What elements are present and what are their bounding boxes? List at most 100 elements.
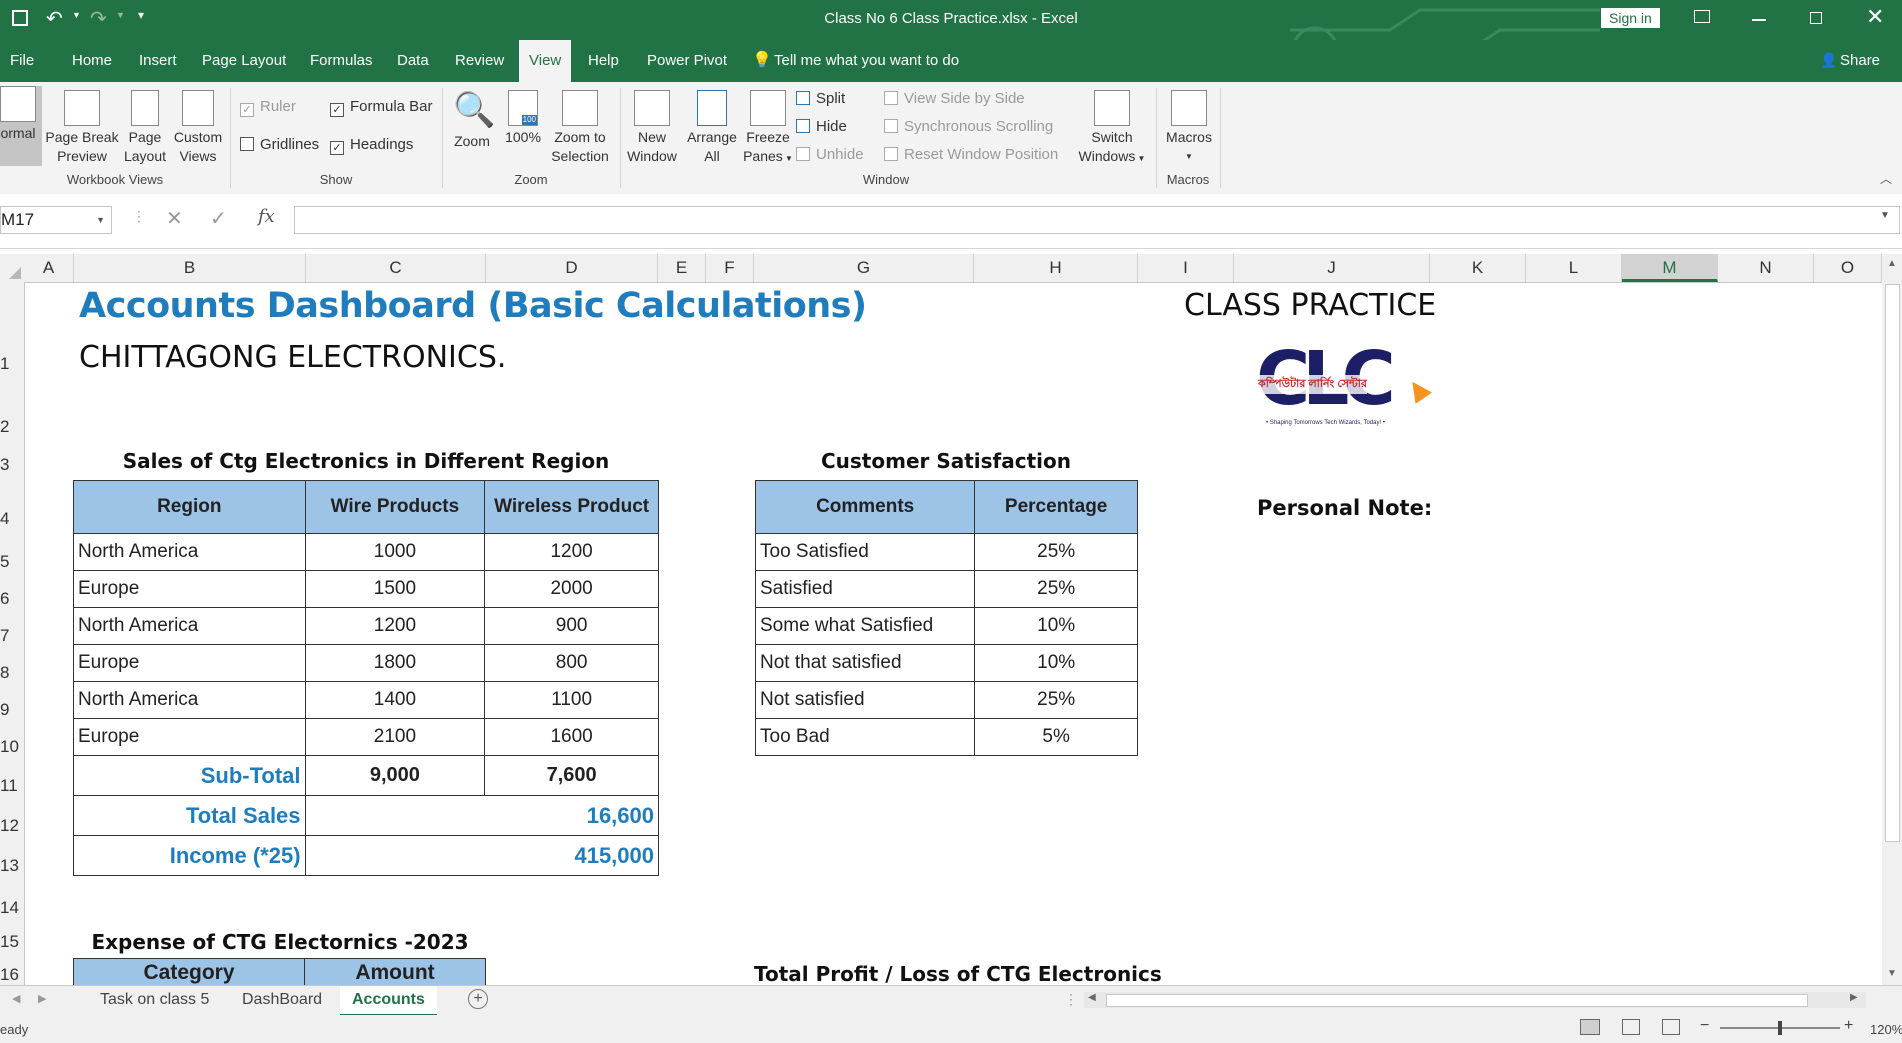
row-header-13[interactable]: 13	[0, 856, 24, 876]
table-cell[interactable]: 2000	[484, 570, 659, 608]
headings-checkbox[interactable]: ✓ Headings	[330, 136, 413, 155]
expense-header-category[interactable]: Category	[73, 958, 305, 985]
tab-insert[interactable]: Insert	[129, 40, 187, 82]
col-header-e[interactable]: E	[658, 254, 706, 282]
total-sales-value[interactable]: 16,600	[304, 795, 660, 836]
personal-note-label[interactable]: Personal Note:	[1257, 496, 1432, 520]
col-header-b[interactable]: B	[74, 254, 306, 282]
table-cell[interactable]: 10%	[974, 607, 1138, 645]
share-button[interactable]: Share	[1830, 40, 1890, 82]
zoom-button[interactable]: 🔍 Zoom	[448, 90, 496, 151]
table-cell[interactable]: 1500	[304, 570, 486, 608]
row-header-11[interactable]: 11	[0, 776, 24, 796]
row-header-12[interactable]: 12	[0, 816, 24, 836]
table-cell[interactable]: Europe	[73, 644, 306, 682]
tab-review[interactable]: Review	[445, 40, 514, 82]
normal-view-status-icon[interactable]	[1580, 1019, 1600, 1035]
horizontal-scrollbar[interactable]: ◀ ▶	[1084, 992, 1866, 1008]
arrange-all-button[interactable]: Arrange All	[682, 90, 742, 166]
col-header-n[interactable]: N	[1718, 254, 1814, 282]
macros-button[interactable]: Macros ▼	[1160, 90, 1218, 166]
name-box-dropdown-icon[interactable]: ▼	[96, 207, 105, 233]
col-header-a[interactable]: A	[24, 254, 74, 282]
tab-help[interactable]: Help	[578, 40, 629, 82]
row-header-4[interactable]: 4	[0, 509, 24, 529]
tab-file[interactable]: File	[0, 40, 44, 82]
ruler-checkbox[interactable]: ✓ Ruler	[240, 98, 296, 117]
collapse-ribbon-icon[interactable]: ︿	[1880, 170, 1892, 187]
page-layout-button[interactable]: Page Layout	[122, 90, 168, 166]
row-header-9[interactable]: 9	[0, 700, 24, 720]
normal-view-button[interactable]: ormal	[0, 86, 42, 166]
satisfaction-table-caption[interactable]: Customer Satisfaction	[754, 449, 1138, 473]
table-cell[interactable]: Too Satisfied	[754, 533, 976, 571]
table-cell[interactable]: 5%	[974, 718, 1138, 756]
name-box[interactable]: M17 ▼	[0, 206, 112, 234]
tell-me-search[interactable]: Tell me what you want to do	[764, 40, 969, 82]
expand-formula-bar-icon[interactable]: ▼	[1880, 210, 1890, 221]
table-cell[interactable]: North America	[73, 607, 306, 645]
custom-views-button[interactable]: Custom Views	[170, 90, 226, 166]
table-cell[interactable]: Europe	[73, 570, 306, 608]
table-cell[interactable]: 1100	[484, 681, 659, 719]
new-sheet-icon[interactable]: +	[468, 989, 488, 1009]
col-header-o[interactable]: O	[1814, 254, 1882, 282]
col-header-f[interactable]: F	[706, 254, 754, 282]
dashboard-title[interactable]: Accounts Dashboard (Basic Calculations)	[79, 286, 867, 326]
sheet-tab-accounts[interactable]: Accounts	[340, 986, 437, 1017]
col-header-d[interactable]: D	[486, 254, 658, 282]
hide-button[interactable]: Hide	[796, 118, 847, 135]
zoom-to-selection-button[interactable]: Zoom to Selection	[548, 90, 612, 166]
profit-loss-caption[interactable]: Total Profit / Loss of CTG Electronics	[754, 962, 1162, 986]
prev-sheet-icon[interactable]: ◀	[12, 992, 20, 1005]
scroll-down-icon[interactable]: ▼	[1887, 968, 1897, 979]
new-window-button[interactable]: New Window	[624, 90, 680, 166]
formula-input[interactable]	[294, 206, 1900, 234]
col-header-l[interactable]: L	[1526, 254, 1622, 282]
horizontal-scroll-thumb[interactable]	[1106, 994, 1808, 1007]
scroll-right-icon[interactable]: ▶	[1850, 992, 1858, 1003]
enter-icon[interactable]: ✓	[210, 206, 227, 231]
col-header-k[interactable]: K	[1430, 254, 1526, 282]
ribbon-display-options-icon[interactable]	[1694, 10, 1710, 23]
subtotal-label[interactable]: Sub-Total	[73, 755, 306, 796]
col-header-i[interactable]: I	[1138, 254, 1234, 282]
row-header-10[interactable]: 10	[0, 737, 24, 757]
page-break-status-icon[interactable]	[1662, 1019, 1680, 1035]
row-header-3[interactable]: 3	[0, 455, 24, 475]
next-sheet-icon[interactable]: ▶	[38, 992, 46, 1005]
tab-view[interactable]: View	[519, 40, 572, 82]
table-cell[interactable]: Not that satisfied	[754, 644, 976, 682]
tab-formulas[interactable]: Formulas	[300, 40, 383, 82]
table-cell[interactable]: 25%	[974, 681, 1138, 719]
unhide-button[interactable]: Unhide	[796, 146, 864, 163]
row-header-6[interactable]: 6	[0, 589, 24, 609]
col-header-j[interactable]: J	[1234, 254, 1430, 282]
table-cell[interactable]: 25%	[974, 533, 1138, 571]
sales-header-region[interactable]: Region	[73, 480, 306, 534]
minimize-icon[interactable]	[1752, 19, 1766, 21]
table-cell[interactable]: 1600	[484, 718, 659, 756]
tab-data[interactable]: Data	[387, 40, 439, 82]
subtotal-wire[interactable]: 9,000	[304, 755, 486, 796]
table-cell[interactable]: Not satisfied	[754, 681, 976, 719]
sales-header-wire[interactable]: Wire Products	[304, 480, 486, 534]
expense-table-caption[interactable]: Expense of CTG Electornics -2023	[74, 930, 486, 954]
row-header-5[interactable]: 5	[0, 552, 24, 572]
view-side-by-side-button[interactable]: View Side by Side	[884, 90, 1025, 107]
reset-window-position-button[interactable]: Reset Window Position	[884, 146, 1058, 163]
row-header-15[interactable]: 15	[0, 932, 24, 952]
table-cell[interactable]: Too Bad	[754, 718, 976, 756]
row-header-2[interactable]: 2	[0, 417, 24, 437]
table-cell[interactable]: 10%	[974, 644, 1138, 682]
sales-table-caption[interactable]: Sales of Ctg Electronics in Different Re…	[74, 449, 658, 473]
income-label[interactable]: Income (*25)	[73, 835, 306, 876]
table-cell[interactable]: Europe	[73, 718, 306, 756]
split-button[interactable]: Split	[796, 90, 845, 107]
select-all-corner[interactable]	[0, 254, 24, 282]
row-header-7[interactable]: 7	[0, 626, 24, 646]
table-cell[interactable]: 900	[484, 607, 659, 645]
vertical-scrollbar[interactable]: ▲ ▼	[1882, 254, 1902, 985]
sheet-tab-task-on-class-5[interactable]: Task on class 5	[88, 986, 221, 1014]
expense-header-amount[interactable]: Amount	[304, 958, 486, 985]
